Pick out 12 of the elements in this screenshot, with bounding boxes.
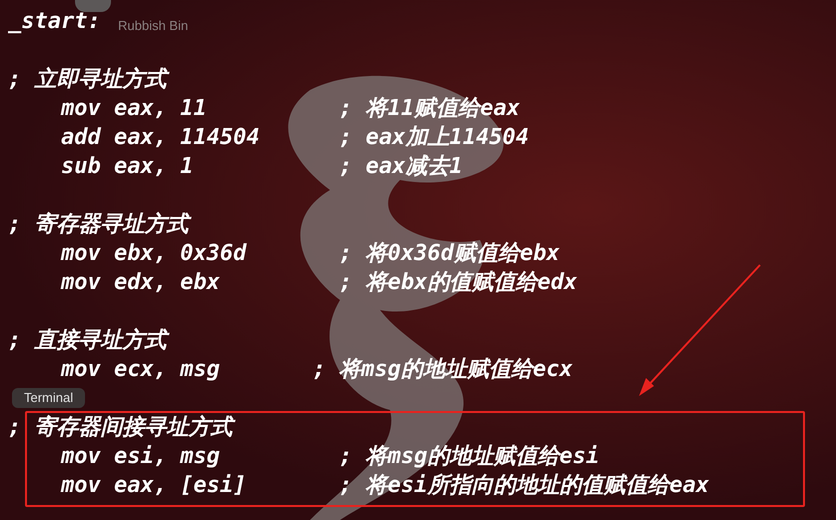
code-line: mov ecx, msg ; 将msg的地址赋值给ecx	[60, 356, 573, 384]
code-line: sub eax, 1 ; eax减去1	[60, 153, 463, 181]
code-label: _start:	[8, 8, 101, 36]
code-line: mov eax, [esi] ; 将esi所指向的地址的值赋值给eax	[60, 472, 710, 500]
code-line: mov eax, 11 ; 将11赋值给eax	[60, 95, 520, 123]
trash-icon[interactable]	[75, 0, 111, 12]
code-line: mov esi, msg ; 将msg的地址赋值给esi	[60, 443, 600, 471]
code-line: add eax, 114504 ; eax加上114504	[60, 124, 529, 152]
code-line: mov ebx, 0x36d ; 将0x36d赋值给ebx	[60, 240, 560, 268]
tooltip: Terminal	[12, 388, 86, 408]
code-line: mov edx, ebx ; 将ebx的值赋值给edx	[60, 269, 578, 297]
desktop-icon-label[interactable]: Rubbish Bin	[118, 16, 188, 36]
